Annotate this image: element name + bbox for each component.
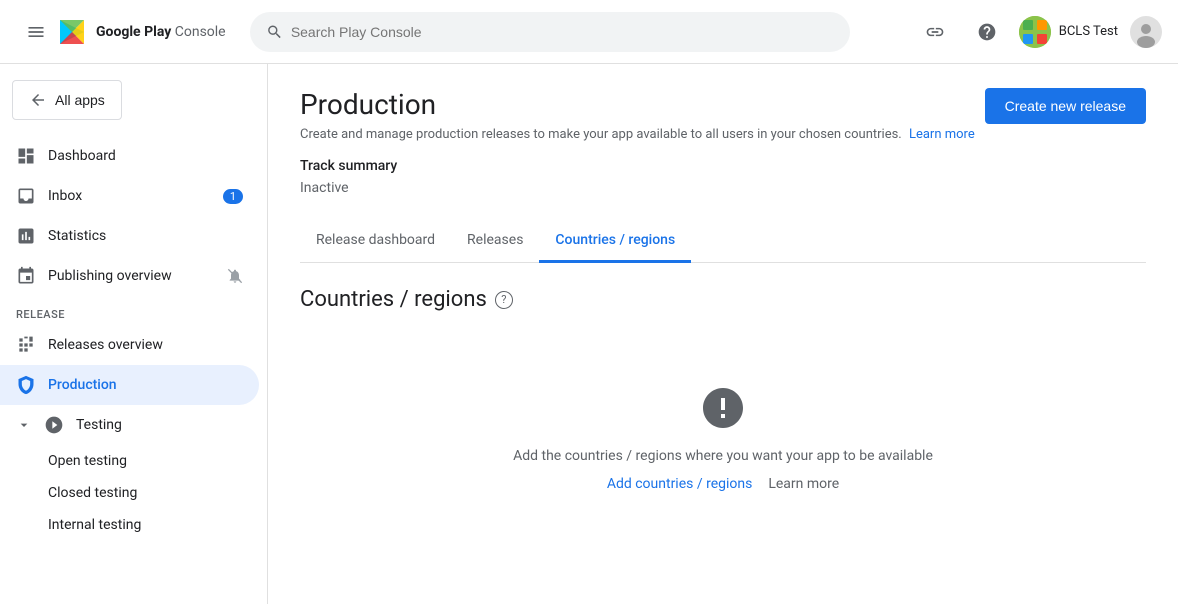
all-apps-back-btn[interactable]: All apps <box>12 80 122 120</box>
track-summary: Track summary Inactive <box>300 158 1146 196</box>
statistics-label: Statistics <box>48 228 106 244</box>
statistics-icon <box>16 226 36 246</box>
tab-countries-regions[interactable]: Countries / regions <box>539 220 691 263</box>
sidebar-item-production[interactable]: Production <box>0 365 259 405</box>
inbox-badge: 1 <box>223 189 243 204</box>
top-nav: Google Play Console <box>0 0 1178 64</box>
testing-label: Testing <box>76 417 122 433</box>
help-circle-icon <box>977 22 997 42</box>
empty-state: Add the countries / regions where you wa… <box>300 344 1146 532</box>
page-header-left: Production Create and manage production … <box>300 88 975 142</box>
sidebar-item-internal-testing[interactable]: Internal testing <box>0 509 259 541</box>
publishing-overview-label: Publishing overview <box>48 268 172 284</box>
search-icon <box>266 23 283 41</box>
create-release-button[interactable]: Create new release <box>985 88 1146 124</box>
link-icon-btn[interactable] <box>915 12 955 52</box>
dashboard-icon <box>16 146 36 166</box>
countries-help-icon[interactable]: ? <box>495 291 513 309</box>
dashboard-label: Dashboard <box>48 148 116 164</box>
hamburger-menu[interactable] <box>16 12 56 52</box>
link-icon <box>925 22 945 42</box>
page-subtitle-text: Create and manage production releases to… <box>300 127 902 142</box>
tabs-bar: Release dashboard Releases Countries / r… <box>300 220 1146 263</box>
countries-regions-title: Countries / regions ? <box>300 287 1146 312</box>
app-avatar <box>1019 16 1051 48</box>
countries-regions-section: Countries / regions ? Add the countries … <box>300 287 1146 532</box>
releases-overview-icon <box>16 335 36 355</box>
notification-off-icon <box>227 268 243 284</box>
track-status: Inactive <box>300 180 1146 196</box>
back-arrow-icon <box>29 91 47 109</box>
releases-overview-label: Releases overview <box>48 337 163 353</box>
sidebar-item-inbox[interactable]: Inbox 1 <box>0 176 259 216</box>
sidebar-item-publishing-overview[interactable]: Publishing overview <box>0 256 259 296</box>
all-apps-label: All apps <box>55 92 105 108</box>
page-title: Production <box>300 88 975 121</box>
page-header: Production Create and manage production … <box>300 88 1146 142</box>
main-content: Production Create and manage production … <box>268 64 1178 604</box>
sidebar-item-releases-overview[interactable]: Releases overview <box>0 325 259 365</box>
page-subtitle: Create and manage production releases to… <box>300 127 975 142</box>
logo-text: Google Play Console <box>96 24 226 40</box>
help-icon-btn[interactable] <box>967 12 1007 52</box>
learn-more-link[interactable]: Learn more <box>909 127 975 142</box>
user-info: BCLS Test <box>1019 16 1118 48</box>
logo-area: Google Play Console <box>56 16 226 48</box>
sidebar-item-testing[interactable]: Testing <box>0 405 259 445</box>
sidebar-item-dashboard[interactable]: Dashboard <box>0 136 259 176</box>
empty-state-icon <box>699 384 747 432</box>
sidebar: All apps Dashboard Inbox 1 <box>0 64 268 604</box>
release-section-label: Release <box>0 296 267 325</box>
internal-testing-label: Internal testing <box>48 517 141 533</box>
nav-right: BCLS Test <box>915 12 1162 52</box>
search-input[interactable] <box>291 24 834 40</box>
sidebar-item-statistics[interactable]: Statistics <box>0 216 259 256</box>
track-summary-title: Track summary <box>300 158 1146 174</box>
user-name: BCLS Test <box>1059 24 1118 39</box>
inbox-label: Inbox <box>48 188 82 204</box>
publishing-icon <box>16 266 36 286</box>
tab-releases[interactable]: Releases <box>451 220 539 263</box>
main-layout: All apps Dashboard Inbox 1 <box>0 64 1178 604</box>
sidebar-item-closed-testing[interactable]: Closed testing <box>0 477 259 509</box>
tab-release-dashboard[interactable]: Release dashboard <box>300 220 451 263</box>
empty-state-text: Add the countries / regions where you wa… <box>513 448 933 464</box>
empty-learn-more: Learn more <box>768 476 839 492</box>
inbox-icon <box>16 186 36 206</box>
testing-icon <box>44 415 64 435</box>
sidebar-item-open-testing[interactable]: Open testing <box>0 445 259 477</box>
closed-testing-label: Closed testing <box>48 485 137 501</box>
production-icon <box>16 375 36 395</box>
account-avatar-btn[interactable] <box>1130 16 1162 48</box>
chevron-down-icon <box>16 417 32 433</box>
empty-state-actions: Add countries / regions Learn more <box>607 476 839 492</box>
production-label: Production <box>48 377 117 393</box>
add-countries-link[interactable]: Add countries / regions <box>607 476 753 492</box>
search-bar[interactable] <box>250 12 850 52</box>
open-testing-label: Open testing <box>48 453 127 469</box>
